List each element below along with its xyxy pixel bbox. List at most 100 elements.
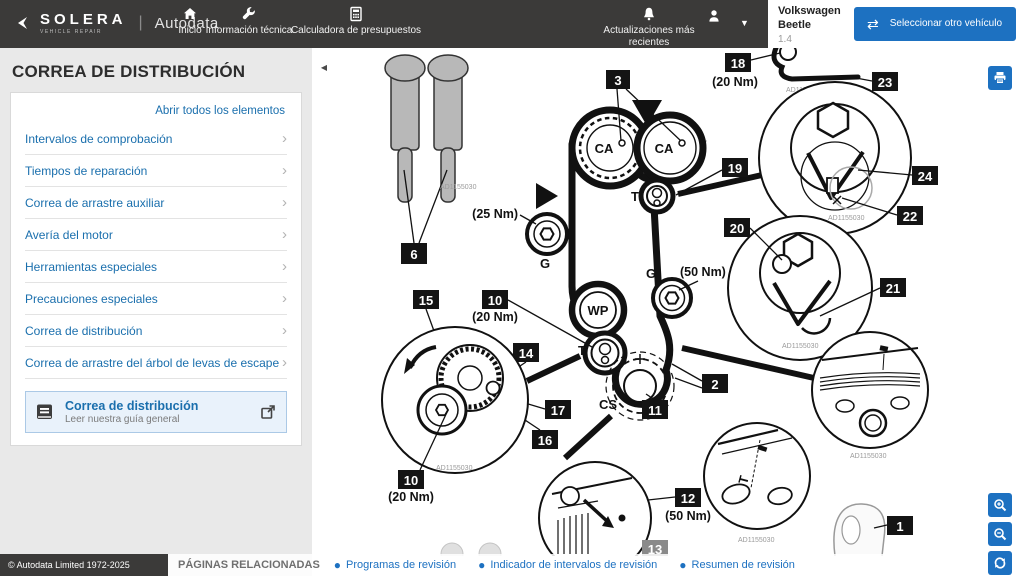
solera-logo-icon bbox=[14, 14, 32, 32]
svg-text:11: 11 bbox=[648, 403, 662, 418]
printer-icon bbox=[993, 71, 1007, 85]
svg-text:T: T bbox=[631, 189, 639, 204]
chevron-right-icon: › bbox=[282, 134, 287, 144]
home-icon bbox=[182, 6, 198, 22]
vehicle-info: Volkswagen Beetle 1.4 bbox=[778, 5, 841, 45]
callout-12: 12 (50 Nm) bbox=[648, 488, 711, 523]
vehicle-model: Beetle bbox=[778, 19, 841, 33]
user-icon bbox=[705, 8, 723, 24]
brand-name: SOLERA bbox=[40, 11, 127, 28]
swap-arrows-icon: ⇄ bbox=[867, 16, 879, 33]
sidebar-item-correa-distribucion[interactable]: Correa de distribución › bbox=[25, 315, 287, 347]
svg-text:21: 21 bbox=[886, 281, 900, 296]
svg-text:14: 14 bbox=[519, 346, 534, 361]
page-title: CORREA DE DISTRIBUCIÓN bbox=[0, 48, 312, 92]
svg-text:23: 23 bbox=[878, 75, 892, 90]
svg-text:AD1155030: AD1155030 bbox=[828, 215, 865, 222]
tensioner-lower: T bbox=[578, 333, 625, 373]
related-link-resumen[interactable]: ● Resumen de revisión bbox=[679, 558, 795, 572]
sidebar-item-tiempos[interactable]: Tiempos de reparación › bbox=[25, 155, 287, 187]
zoom-in-button[interactable] bbox=[988, 493, 1012, 517]
svg-text:17: 17 bbox=[551, 403, 565, 418]
svg-text:AD1155030: AD1155030 bbox=[850, 453, 887, 460]
chevron-right-icon: › bbox=[282, 262, 287, 272]
bell-icon bbox=[641, 6, 657, 22]
related-link-programas[interactable]: ● Programas de revisión bbox=[334, 558, 456, 572]
svg-text:(20 Nm): (20 Nm) bbox=[472, 310, 518, 324]
svg-text:(20 Nm): (20 Nm) bbox=[388, 490, 434, 504]
guide-pulley-left: G (25 Nm) bbox=[472, 207, 567, 271]
chevron-down-icon[interactable]: ▼ bbox=[740, 18, 749, 28]
chevron-right-icon: › bbox=[282, 358, 287, 368]
refresh-icon bbox=[993, 556, 1007, 570]
bullet-icon: ● bbox=[679, 558, 686, 572]
guide-title: Correa de distribución bbox=[65, 399, 198, 413]
sidebar-item-intervalos[interactable]: Intervalos de comprobación › bbox=[25, 123, 287, 155]
svg-text:(50 Nm): (50 Nm) bbox=[680, 265, 726, 279]
svg-text:AD1155030: AD1155030 bbox=[436, 465, 473, 472]
sidebar-item-herramientas[interactable]: Herramientas especiales › bbox=[25, 251, 287, 283]
svg-text:AD1155030: AD1155030 bbox=[440, 184, 477, 191]
copyright-bar: © Autodata Limited 1972-2025 bbox=[0, 554, 168, 576]
svg-text:10: 10 bbox=[404, 473, 418, 488]
svg-text:20: 20 bbox=[730, 221, 744, 236]
svg-text:CS: CS bbox=[599, 397, 617, 412]
sidebar-item-correa-escape[interactable]: Correa de arrastre del árbol de levas de… bbox=[25, 347, 287, 379]
logo-separator: | bbox=[139, 14, 143, 32]
svg-text:1: 1 bbox=[896, 519, 903, 534]
diagram-svg: AD1155030 6 CA CA bbox=[330, 48, 1024, 556]
sidebar-item-averia[interactable]: Avería del motor › bbox=[25, 219, 287, 251]
nav-item-updates[interactable]: Actualizaciones más recientes bbox=[601, 6, 697, 48]
sidebar-item-precauciones[interactable]: Precauciones especiales › bbox=[25, 283, 287, 315]
svg-text:24: 24 bbox=[918, 169, 933, 184]
svg-text:3: 3 bbox=[614, 73, 621, 88]
vehicle-panel: Volkswagen Beetle 1.4 ⇄ Seleccionar otro… bbox=[768, 0, 1024, 48]
zoom-out-button[interactable] bbox=[988, 522, 1012, 546]
external-link-icon bbox=[260, 404, 276, 420]
sidebar-collapse-button[interactable]: ◀ bbox=[316, 58, 332, 78]
bullet-icon: ● bbox=[478, 558, 485, 572]
nav-item-calculadora[interactable]: Calculadora de presupuestos bbox=[292, 6, 420, 36]
book-icon bbox=[36, 404, 55, 421]
related-pages-title: PÁGINAS RELACIONADAS bbox=[178, 559, 320, 571]
water-pump-pulley: WP bbox=[572, 284, 624, 336]
zoom-out-icon bbox=[993, 527, 1007, 541]
inset-cam-hub-top: AD1155030 bbox=[678, 82, 911, 234]
open-all-link[interactable]: Abrir todos los elementos bbox=[11, 93, 301, 123]
sidebar: CORREA DE DISTRIBUCIÓN Abrir todos los e… bbox=[0, 48, 312, 576]
copyright-text: © Autodata Limited 1972-2025 bbox=[8, 560, 130, 570]
vehicle-make: Volkswagen bbox=[778, 5, 841, 19]
sidebar-section-list: Abrir todos los elementos Intervalos de … bbox=[10, 92, 302, 446]
bullet-icon: ● bbox=[334, 558, 341, 572]
callout-2: 2 bbox=[672, 364, 728, 393]
related-pages-bar: PÁGINAS RELACIONADAS ● Programas de revi… bbox=[168, 554, 1024, 576]
chevron-right-icon: › bbox=[282, 230, 287, 240]
alignment-triangle-right bbox=[536, 183, 558, 209]
app-window: SOLERA VEHICLE REPAIR | Autodata Inicio … bbox=[0, 0, 1024, 576]
guide-subtitle: Leer nuestra guía general bbox=[65, 414, 198, 425]
svg-text:22: 22 bbox=[903, 209, 917, 224]
brand-subtitle: VEHICLE REPAIR bbox=[40, 29, 127, 35]
svg-text:16: 16 bbox=[538, 433, 552, 448]
user-menu[interactable] bbox=[698, 8, 730, 24]
inset-flywheel-mark: T AD1155030 bbox=[704, 423, 810, 544]
tensioner-upper: T bbox=[631, 180, 673, 212]
related-link-indicador[interactable]: ● Indicador de intervalos de revisión bbox=[478, 558, 657, 572]
nav-item-informacion-tecnica[interactable]: Información técnica bbox=[202, 6, 296, 36]
belt-guard-part bbox=[834, 504, 885, 556]
chevron-right-icon: › bbox=[282, 166, 287, 176]
svg-text:AD1155030: AD1155030 bbox=[782, 343, 819, 350]
print-button[interactable] bbox=[988, 66, 1012, 90]
locking-pins: AD1155030 bbox=[385, 55, 477, 243]
svg-text:19: 19 bbox=[728, 161, 742, 176]
reset-view-button[interactable] bbox=[988, 551, 1012, 575]
svg-text:G: G bbox=[540, 256, 550, 271]
guide-card[interactable]: Correa de distribución Leer nuestra guía… bbox=[25, 391, 287, 433]
svg-text:12: 12 bbox=[681, 491, 695, 506]
sidebar-item-correa-auxiliar[interactable]: Correa de arrastre auxiliar › bbox=[25, 187, 287, 219]
svg-text:CA: CA bbox=[655, 141, 674, 156]
zoom-in-icon bbox=[993, 498, 1007, 512]
svg-text:15: 15 bbox=[419, 293, 433, 308]
top-navigation-bar: SOLERA VEHICLE REPAIR | Autodata Inicio … bbox=[0, 0, 768, 48]
select-other-vehicle-button[interactable]: ⇄ Seleccionar otro vehículo bbox=[854, 7, 1016, 41]
